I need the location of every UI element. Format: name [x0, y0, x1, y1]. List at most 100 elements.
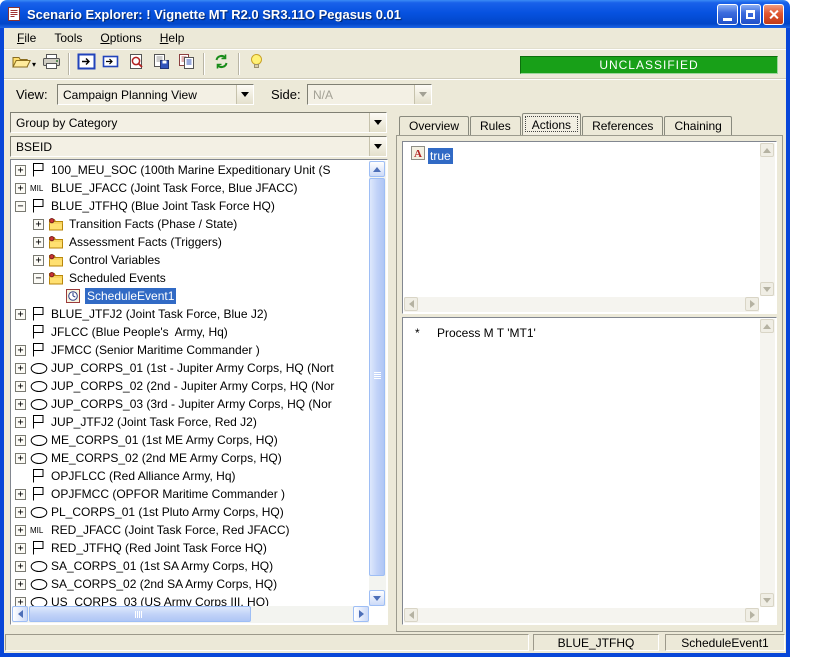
collapse-toggle-icon[interactable]: − — [33, 273, 44, 284]
tree-horizontal-scrollbar[interactable] — [12, 606, 369, 623]
save-button[interactable] — [149, 52, 174, 77]
menu-file[interactable]: File — [8, 29, 45, 47]
tree-node-label[interactable]: JUP_CORPS_02 (2nd - Jupiter Army Corps, … — [49, 378, 336, 394]
tree-node-label[interactable]: PL_CORPS_01 (1st Pluto Army Corps, HQ) — [49, 504, 286, 520]
view-combobox[interactable]: Campaign Planning View — [57, 84, 254, 105]
window-large-button[interactable] — [74, 52, 99, 77]
tree-row[interactable]: + Assessment Facts (Triggers) — [12, 233, 369, 251]
open-folder-button[interactable]: ▾ — [8, 52, 39, 77]
action-item[interactable]: * Process M T 'MT1' — [415, 326, 536, 340]
expand-toggle-icon[interactable]: + — [15, 381, 26, 392]
tree-node-label[interactable]: JFLCC (Blue People's Army, Hq) — [49, 324, 230, 340]
tree-row[interactable]: +RED_JTFHQ (Red Joint Task Force HQ) — [12, 539, 369, 557]
expand-toggle-icon[interactable]: + — [15, 345, 26, 356]
expand-toggle-icon[interactable]: + — [15, 561, 26, 572]
tree-row[interactable]: +BLUE_JTFJ2 (Joint Task Force, Blue J2) — [12, 305, 369, 323]
tree-node-label[interactable]: Transition Facts (Phase / State) — [67, 216, 239, 232]
tab-references[interactable]: References — [582, 116, 663, 135]
tree-node-label[interactable]: OPJFLCC (Red Alliance Army, Hq) — [49, 468, 238, 484]
tree-node-label[interactable]: Control Variables — [67, 252, 162, 268]
tree-row[interactable]: − Scheduled Events — [12, 269, 369, 287]
close-button[interactable] — [763, 4, 784, 25]
tree-node-label[interactable]: US_CORPS_03 (US Army Corps III, HQ) — [49, 594, 271, 606]
scroll-down-button[interactable] — [369, 590, 385, 606]
expand-toggle-icon[interactable]: + — [33, 237, 44, 248]
group-by-combobox-dropdown-button[interactable] — [369, 113, 386, 132]
dropdown-arrow-icon[interactable]: ▾ — [32, 60, 36, 69]
tree-row[interactable]: + Control Variables — [12, 251, 369, 269]
tree-node-label[interactable]: BLUE_JTFHQ (Blue Joint Task Force HQ) — [49, 198, 277, 214]
tree-row[interactable]: + JUP_CORPS_01 (1st - Jupiter Army Corps,… — [12, 359, 369, 377]
tab-overview[interactable]: Overview — [399, 116, 469, 135]
tree-node-label[interactable]: Assessment Facts (Triggers) — [67, 234, 224, 250]
expand-toggle-icon[interactable]: + — [15, 453, 26, 464]
tree-row[interactable]: + PL_CORPS_01 (1st Pluto Army Corps, HQ) — [12, 503, 369, 521]
scroll-left-button[interactable] — [12, 606, 28, 622]
maximize-button[interactable] — [740, 4, 761, 25]
scroll-up-button[interactable] — [369, 161, 385, 177]
tree-node-label[interactable]: ME_CORPS_01 (1st ME Army Corps, HQ) — [49, 432, 280, 448]
tree-row[interactable]: + ME_CORPS_02 (2nd ME Army Corps, HQ) — [12, 449, 369, 467]
tree-row[interactable]: +100_MEU_SOC (100th Marine Expeditionary… — [12, 161, 369, 179]
tree-vertical-scrollbar[interactable] — [369, 161, 386, 606]
printer-button[interactable] — [39, 52, 64, 77]
tree-node-label[interactable]: RED_JFACC (Joint Task Force, Red JFACC) — [49, 522, 292, 538]
tree-node-label[interactable]: OPJFMCC (OPFOR Maritime Commander ) — [49, 486, 287, 502]
tree-row[interactable]: +JFMCC (Senior Maritime Commander ) — [12, 341, 369, 359]
refresh-button[interactable] — [209, 52, 234, 77]
tree-node-label[interactable]: Scheduled Events — [67, 270, 168, 286]
tree-node-label[interactable]: ME_CORPS_02 (2nd ME Army Corps, HQ) — [49, 450, 284, 466]
rule-condition-value[interactable]: true — [428, 148, 453, 164]
lightbulb-button[interactable] — [244, 52, 269, 77]
expand-toggle-icon[interactable]: + — [15, 363, 26, 374]
group-by-combobox[interactable]: Group by Category — [10, 112, 387, 133]
title-bar[interactable]: Scenario Explorer: ! Vignette MT R2.0 SR… — [0, 0, 790, 28]
paste-button[interactable] — [174, 52, 199, 77]
tree-row[interactable]: + OPJFMCC (OPFOR Maritime Commander ) — [12, 485, 369, 503]
expand-toggle-icon[interactable]: + — [15, 543, 26, 554]
find-document-button[interactable] — [124, 52, 149, 77]
tree-row[interactable]: − BLUE_JTFHQ (Blue Joint Task Force HQ) — [12, 197, 369, 215]
menu-help[interactable]: Help — [151, 29, 194, 47]
tree-node-label[interactable]: SA_CORPS_02 (2nd SA Army Corps, HQ) — [49, 576, 279, 592]
expand-toggle-icon[interactable]: + — [33, 255, 44, 266]
tree-row[interactable]: +JUP_CORPS_03 (3rd - Jupiter Army Corps,… — [12, 395, 369, 413]
collapse-toggle-icon[interactable]: − — [15, 201, 26, 212]
expand-toggle-icon[interactable]: + — [15, 165, 26, 176]
tree-row[interactable]: +SA_CORPS_02 (2nd SA Army Corps, HQ) — [12, 575, 369, 593]
tree-row[interactable]: +MILBLUE_JFACC (Joint Task Force, Blue J… — [12, 179, 369, 197]
tree-row[interactable]: +Transition Facts (Phase / State) — [12, 215, 369, 233]
expand-toggle-icon[interactable]: + — [15, 489, 26, 500]
view-combobox-dropdown-button[interactable] — [236, 85, 253, 104]
tree-row[interactable]: +MILRED_JFACC (Joint Task Force, Red JFA… — [12, 521, 369, 539]
actions-list-box[interactable]: * Process M T 'MT1' — [402, 317, 777, 625]
expand-toggle-icon[interactable]: + — [15, 435, 26, 446]
tree-node-label[interactable]: JUP_CORPS_01 (1st - Jupiter Army Corps, … — [49, 360, 336, 376]
tree-node-label[interactable]: ScheduleEvent1 — [85, 288, 176, 304]
rule-condition-box[interactable]: A true — [402, 141, 777, 314]
tree-row[interactable]: JFLCC (Blue People's Army, Hq) — [12, 323, 369, 341]
tree-row[interactable]: + ME_CORPS_01 (1st ME Army Corps, HQ) — [12, 431, 369, 449]
tree-node-label[interactable]: JUP_JTFJ2 (Joint Task Force, Red J2) — [49, 414, 259, 430]
menu-tools[interactable]: Tools — [45, 29, 91, 47]
tree-node-label[interactable]: SA_CORPS_01 (1st SA Army Corps, HQ) — [49, 558, 275, 574]
id-combobox-dropdown-button[interactable] — [369, 137, 386, 156]
tab-rules[interactable]: Rules — [470, 116, 521, 135]
expand-toggle-icon[interactable]: + — [15, 183, 26, 194]
expand-toggle-icon[interactable]: + — [15, 507, 26, 518]
tree-row[interactable]: +JUP_JTFJ2 (Joint Task Force, Red J2) — [12, 413, 369, 431]
tree-row[interactable]: +US_CORPS_03 (US Army Corps III, HQ) — [12, 593, 369, 606]
expand-toggle-icon[interactable]: + — [15, 525, 26, 536]
tree-row[interactable]: + JUP_CORPS_02 (2nd - Jupiter Army Corps,… — [12, 377, 369, 395]
minimize-button[interactable] — [717, 4, 738, 25]
tree-node-label[interactable]: JUP_CORPS_03 (3rd - Jupiter Army Corps, … — [49, 396, 334, 412]
tree-row[interactable]: + SA_CORPS_01 (1st SA Army Corps, HQ) — [12, 557, 369, 575]
tree-row[interactable]: OPJFLCC (Red Alliance Army, Hq) — [12, 467, 369, 485]
window-small-button[interactable] — [99, 52, 124, 77]
scroll-right-button[interactable] — [353, 606, 369, 622]
tree-row[interactable]: ScheduleEvent1 — [12, 287, 369, 305]
tree-node-label[interactable]: BLUE_JFACC (Joint Task Force, Blue JFACC… — [49, 180, 300, 196]
rule-condition-row[interactable]: A true — [411, 146, 453, 165]
scrollbar-thumb[interactable] — [29, 606, 251, 622]
tab-chaining[interactable]: Chaining — [664, 116, 731, 135]
